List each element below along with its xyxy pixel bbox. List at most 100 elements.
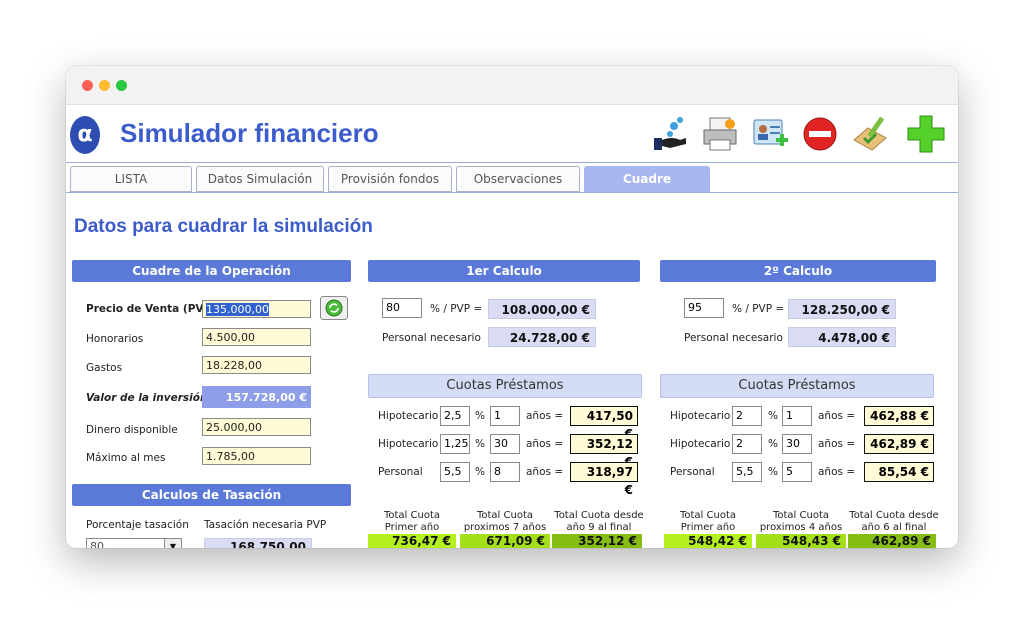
calc1-row3-pct: % bbox=[475, 466, 485, 478]
maximo-label: Máximo al mes bbox=[86, 452, 166, 464]
calc1-row1-rate[interactable]: 2,5 bbox=[440, 406, 470, 426]
cancel-icon[interactable] bbox=[800, 114, 840, 154]
calc2-row2-years[interactable]: 30 bbox=[782, 434, 812, 454]
calc2-row2-rate[interactable]: 2 bbox=[732, 434, 762, 454]
calc2-pct-input[interactable]: 95 bbox=[684, 298, 724, 318]
edit-checklist-icon[interactable] bbox=[850, 114, 890, 154]
calc1-row3-years[interactable]: 8 bbox=[490, 462, 520, 482]
calc2-pct-label: % / PVP = bbox=[732, 303, 785, 315]
money-hand-icon[interactable] bbox=[650, 114, 690, 154]
calc2-personal-value: 4.478,00 € bbox=[788, 327, 896, 347]
tab-provision-fondos[interactable]: Provisión fondos bbox=[328, 166, 452, 192]
precio-label: Precio de Venta (PVP) bbox=[86, 303, 217, 315]
add-contact-card-icon[interactable] bbox=[750, 114, 790, 154]
tab-datos-simulacion[interactable]: Datos Simulación bbox=[196, 166, 324, 192]
inversion-label: Valor de la inversión bbox=[86, 392, 208, 404]
calc2-row2-label: Hipotecario bbox=[670, 438, 731, 450]
calc1-row2-label: Hipotecario bbox=[378, 438, 439, 450]
app-content: α Simulador financiero LISTA Datos Simul… bbox=[66, 106, 958, 548]
maximo-input[interactable]: 1.785,00 bbox=[202, 447, 311, 465]
honorarios-input[interactable]: 4.500,00 bbox=[202, 328, 311, 346]
app-window: α Simulador financiero LISTA Datos Simul… bbox=[66, 66, 958, 548]
calc2-cuotas-header: Cuotas Préstamos bbox=[660, 374, 934, 398]
calc1-row3-result: 318,97 € bbox=[570, 462, 638, 497]
calc2-total2-value: 548,43 € bbox=[756, 534, 846, 548]
dinero-label: Dinero disponible bbox=[86, 424, 178, 436]
calc2-row1-rate[interactable]: 2 bbox=[732, 406, 762, 426]
porcentaje-select[interactable]: 80 ▼ bbox=[86, 538, 182, 548]
calc1-total2-value: 671,09 € bbox=[460, 534, 550, 548]
calc2-row3-pct: % bbox=[768, 466, 778, 478]
calc1-row1-years[interactable]: 1 bbox=[490, 406, 520, 426]
calc1-row2-result: 352,12 € bbox=[570, 434, 638, 469]
calc1-row3-label: Personal bbox=[378, 466, 423, 478]
calc2-row3-years[interactable]: 5 bbox=[782, 462, 812, 482]
calc1-personal-label: Personal necesario bbox=[382, 332, 481, 344]
necesaria-label: Tasación necesaria PVP bbox=[204, 519, 327, 531]
calc1-row1-label: Hipotecario bbox=[378, 410, 439, 422]
gastos-input[interactable]: 18.228,00 bbox=[202, 356, 311, 374]
calc1-total2-head: Total Cuota proximos 7 años bbox=[463, 510, 547, 533]
calc2-personal-label: Personal necesario bbox=[684, 332, 783, 344]
calc1-row2-years[interactable]: 30 bbox=[490, 434, 520, 454]
calc1-row3-years-label: años = bbox=[526, 466, 564, 478]
calc1-total1-head: Total Cuota Primer año bbox=[383, 510, 441, 533]
gastos-label: Gastos bbox=[86, 362, 123, 374]
calc2-row1-label: Hipotecario bbox=[670, 410, 731, 422]
calc2-row1-pct: % bbox=[768, 410, 778, 422]
calc1-row2-years-label: años = bbox=[526, 438, 564, 450]
calc2-header: 2º Calculo bbox=[660, 260, 936, 282]
tab-lista[interactable]: LISTA bbox=[70, 166, 192, 192]
tabs-divider bbox=[66, 192, 958, 193]
calc1-row1-years-label: años = bbox=[526, 410, 564, 422]
calc2-total1-value: 548,42 € bbox=[664, 534, 752, 548]
add-icon[interactable] bbox=[906, 114, 946, 154]
necesaria-value: 168.750,00 bbox=[204, 538, 312, 548]
calc2-row3-result: 85,54 € bbox=[864, 462, 934, 482]
calc1-cuotas-header: Cuotas Préstamos bbox=[368, 374, 642, 398]
minimize-window-button[interactable] bbox=[99, 80, 110, 91]
calc1-personal-value: 24.728,00 € bbox=[488, 327, 596, 347]
dinero-input[interactable]: 25.000,00 bbox=[202, 418, 311, 436]
tab-cuadre-simulacion[interactable]: Cuadre simulación bbox=[584, 166, 710, 210]
calc2-row2-years-label: años = bbox=[818, 438, 856, 450]
app-logo: α bbox=[70, 116, 100, 154]
calc1-row2-pct: % bbox=[475, 438, 485, 450]
calc2-row1-years-label: años = bbox=[818, 410, 856, 422]
calc2-row3-rate[interactable]: 5,5 bbox=[732, 462, 762, 482]
printer-icon[interactable] bbox=[700, 114, 740, 154]
calc1-row3-rate[interactable]: 5,5 bbox=[440, 462, 470, 482]
calc1-pct-label: % / PVP = bbox=[430, 303, 483, 315]
calc1-row2-rate[interactable]: 1,25 bbox=[440, 434, 470, 454]
tasacion-header: Calculos de Tasación bbox=[72, 484, 351, 506]
refresh-icon bbox=[325, 299, 343, 317]
calc1-row1-result: 417,50 € bbox=[570, 406, 638, 441]
calc1-header: 1er Calculo bbox=[368, 260, 640, 282]
precio-input[interactable]: 135.000,00 bbox=[202, 300, 311, 318]
calc2-row3-years-label: años = bbox=[818, 466, 856, 478]
calc2-pvp-value: 128.250,00 € bbox=[788, 299, 896, 319]
calc2-row3-label: Personal bbox=[670, 466, 715, 478]
window-titlebar bbox=[66, 66, 958, 105]
close-window-button[interactable] bbox=[82, 80, 93, 91]
calc2-total3-value: 462,89 € bbox=[848, 534, 936, 548]
honorarios-label: Honorarios bbox=[86, 333, 144, 345]
calc2-row2-pct: % bbox=[768, 438, 778, 450]
calc2-total2-head: Total Cuota proximos 4 años bbox=[759, 510, 843, 533]
tab-observaciones[interactable]: Observaciones bbox=[456, 166, 580, 192]
cuadre-header: Cuadre de la Operación bbox=[72, 260, 351, 282]
calc1-total1-value: 736,47 € bbox=[368, 534, 456, 548]
calc1-pvp-value: 108.000,00 € bbox=[488, 299, 596, 319]
calc2-total1-head: Total Cuota Primer año bbox=[679, 510, 737, 533]
calc2-total3-head: Total Cuota desde año 6 al final bbox=[849, 510, 939, 533]
header-divider bbox=[66, 162, 958, 163]
calc1-pct-input[interactable]: 80 bbox=[382, 298, 422, 318]
calc2-row2-result: 462,89 € bbox=[864, 434, 934, 454]
refresh-button[interactable] bbox=[320, 296, 348, 320]
maximize-window-button[interactable] bbox=[116, 80, 127, 91]
section-title: Datos para cuadrar la simulación bbox=[74, 216, 373, 237]
chevron-down-icon[interactable]: ▼ bbox=[164, 539, 181, 548]
calc1-total3-value: 352,12 € bbox=[552, 534, 642, 548]
calc2-row1-result: 462,88 € bbox=[864, 406, 934, 426]
calc2-row1-years[interactable]: 1 bbox=[782, 406, 812, 426]
